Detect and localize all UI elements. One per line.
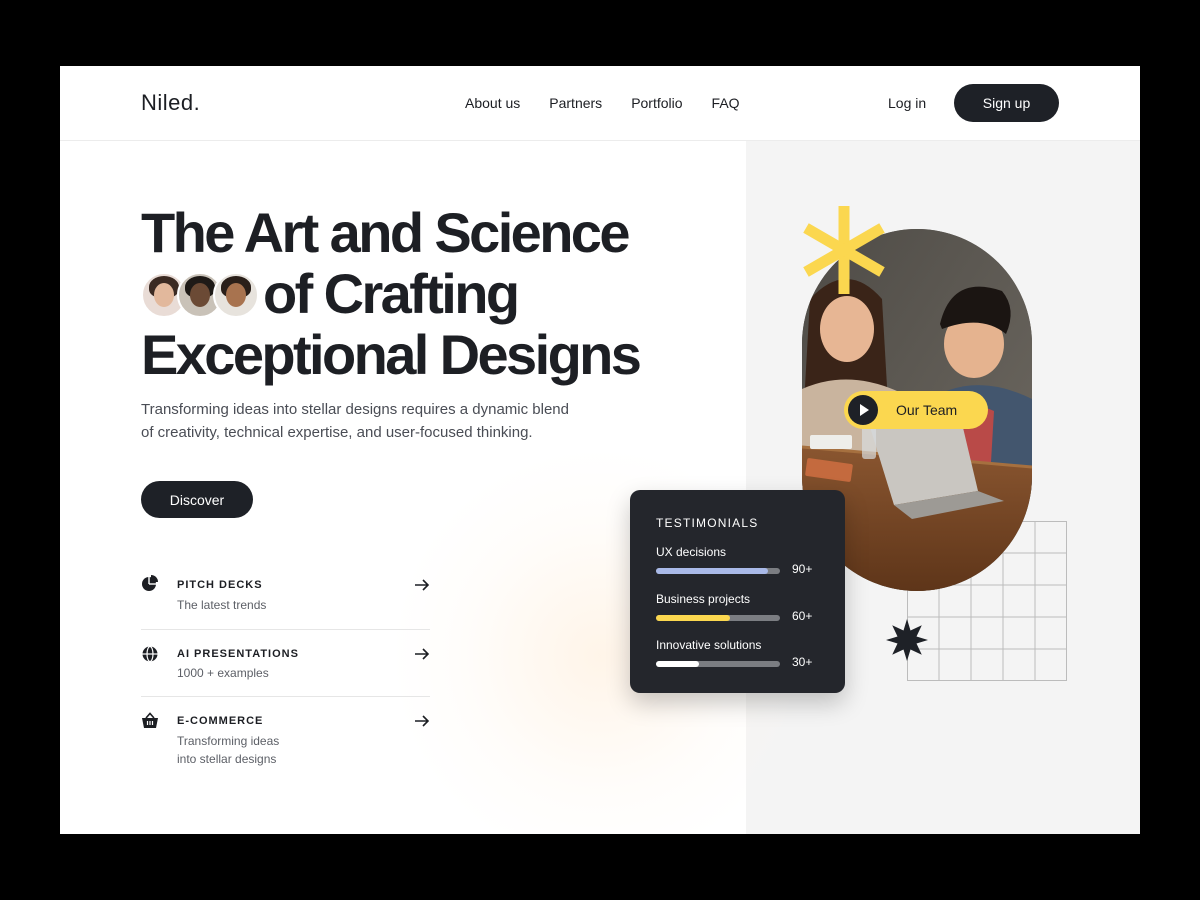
globe-icon	[142, 645, 158, 663]
metric-value: 90+	[792, 562, 813, 576]
feature-title: E-COMMERCE	[177, 715, 264, 727]
our-team-button[interactable]: Our Team	[844, 391, 988, 429]
nav-links: About us Partners Portfolio FAQ	[465, 95, 740, 111]
metric-innovative-solutions: Innovative solutions 30+	[656, 638, 826, 669]
metric-label: UX decisions	[656, 545, 727, 559]
testimonials-title: TESTIMONIALS	[656, 516, 759, 530]
asterisk-decoration	[803, 206, 885, 294]
brand-logo[interactable]: Niled.	[141, 90, 200, 116]
progress-track	[656, 661, 780, 667]
pie-chart-icon	[142, 575, 158, 591]
our-team-label: Our Team	[896, 402, 958, 418]
progress-fill	[656, 568, 768, 574]
feature-list: PITCH DECKS The latest trends AI PRESENT…	[141, 562, 430, 777]
feature-desc: 1000 + examples	[177, 666, 269, 680]
top-navbar: Niled. About us Partners Portfolio FAQ L…	[60, 66, 1140, 141]
feature-desc: The latest trends	[177, 598, 267, 612]
star-burst-icon	[886, 619, 928, 661]
metric-label: Business projects	[656, 592, 751, 606]
metric-ux-decisions: UX decisions 90+	[656, 545, 826, 576]
feature-item-pitch-decks[interactable]: PITCH DECKS The latest trends	[141, 562, 430, 630]
avatar	[213, 272, 259, 318]
landing-page: Niled. About us Partners Portfolio FAQ L…	[60, 66, 1140, 834]
nav-link-about[interactable]: About us	[465, 95, 520, 111]
feature-title: PITCH DECKS	[177, 579, 263, 591]
headline-line-3: Exceptional Designs	[141, 323, 642, 386]
nav-link-partners[interactable]: Partners	[549, 95, 602, 111]
arrow-right-icon	[415, 715, 430, 727]
feature-item-e-commerce[interactable]: E-COMMERCE Transforming ideas into stell…	[141, 697, 430, 777]
testimonials-card: TESTIMONIALS UX decisions 90+ Business p…	[630, 490, 845, 693]
metric-value: 60+	[792, 609, 813, 623]
arrow-right-icon	[415, 579, 430, 591]
metric-label: Innovative solutions	[656, 638, 762, 652]
signup-button[interactable]: Sign up	[954, 84, 1059, 122]
progress-track	[656, 568, 780, 574]
discover-button[interactable]: Discover	[141, 481, 253, 518]
login-link[interactable]: Log in	[888, 95, 926, 111]
progress-track	[656, 615, 780, 621]
hero-subtitle: Transforming ideas into stellar designs …	[141, 401, 569, 441]
progress-fill	[656, 615, 731, 621]
play-icon	[848, 395, 878, 425]
progress-fill	[656, 661, 700, 667]
nav-link-portfolio[interactable]: Portfolio	[631, 95, 682, 111]
feature-desc: Transforming ideas into stellar designs	[177, 734, 280, 766]
nav-link-faq[interactable]: FAQ	[712, 95, 740, 111]
feature-title: AI PRESENTATIONS	[177, 648, 299, 660]
headline-line-1: The Art and Science	[141, 201, 631, 264]
feature-item-ai-presentations[interactable]: AI PRESENTATIONS 1000 + examples	[141, 630, 430, 697]
metric-value: 30+	[792, 655, 813, 669]
basket-icon	[142, 712, 158, 728]
metric-business-projects: Business projects 60+	[656, 592, 826, 623]
arrow-right-icon	[415, 648, 430, 660]
avatar-group	[141, 272, 259, 318]
